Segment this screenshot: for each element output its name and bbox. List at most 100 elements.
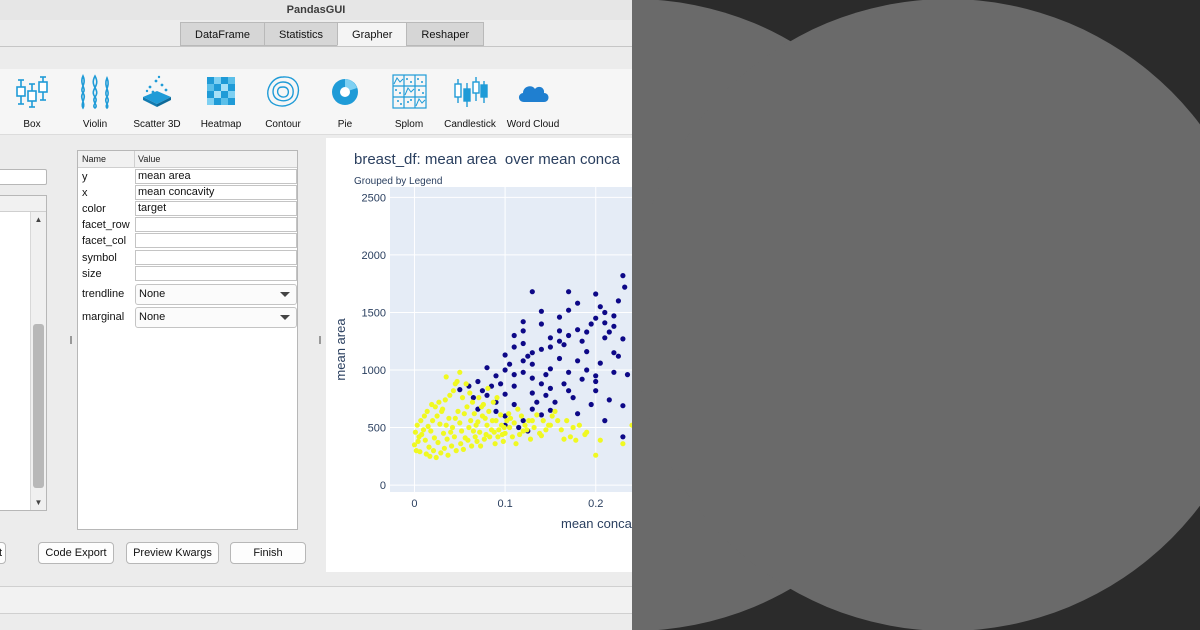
scatter-point: [597, 360, 603, 366]
scatter-point: [414, 422, 420, 428]
plot-type-violin[interactable]: Violin: [60, 73, 130, 130]
scatter-point: [436, 399, 442, 405]
scatter-point: [487, 434, 493, 440]
scatter-point: [500, 438, 506, 444]
scatter-point: [425, 423, 431, 429]
scatter-point: [584, 367, 590, 373]
plot-type-pie[interactable]: Pie: [310, 73, 380, 130]
status-bar: [0, 586, 632, 614]
scatter-point: [424, 408, 430, 414]
finish-button[interactable]: Finish: [230, 542, 306, 564]
chevron-down-icon: [280, 292, 290, 297]
scatter-point: [479, 388, 485, 394]
kwarg-name: facet_row: [82, 219, 130, 231]
kwarg-value-input[interactable]: mean area: [135, 169, 297, 184]
kwargs-table: Name Value y mean area x mean concavity …: [77, 150, 298, 530]
column-filter-input[interactable]: [0, 169, 47, 185]
scatter-point: [573, 437, 579, 443]
scatter-point: [534, 412, 540, 418]
scatter-point: [606, 329, 612, 335]
tab-dataframe[interactable]: DataFrame: [180, 22, 265, 46]
scatter-point: [478, 443, 484, 449]
scroll-thumb[interactable]: [33, 324, 44, 488]
scatter-point: [620, 403, 626, 409]
scatter-point: [430, 448, 437, 454]
scatter-point: [593, 388, 599, 394]
tab-grapher[interactable]: Grapher: [337, 22, 407, 46]
kwarg-value-input[interactable]: mean concavity: [135, 185, 297, 200]
kwarg-value-input[interactable]: [135, 233, 297, 248]
kwarg-value-input[interactable]: [135, 250, 297, 265]
splitter-handle[interactable]: [70, 336, 72, 344]
scatter-point: [457, 387, 463, 393]
plot-type-scatter-3d[interactable]: Scatter 3D: [122, 73, 192, 130]
tab-reshaper[interactable]: Reshaper: [406, 22, 485, 46]
plot-type-box[interactable]: Box: [0, 73, 67, 130]
scatter-point: [543, 372, 549, 378]
scatter-point: [602, 418, 608, 424]
plot-type-candlestick[interactable]: Candlestick: [435, 73, 505, 130]
scroll-down-icon[interactable]: ▼: [31, 495, 46, 510]
x-tick-label: 0.2: [588, 498, 603, 510]
scatter-plot[interactable]: 0 500 1000 1500 2000 2500 0 0.1 0.2 mean conca mea…: [326, 138, 632, 572]
scatter-point: [432, 404, 438, 410]
candlestick-icon: [454, 77, 488, 107]
code-export-button[interactable]: Code Export: [38, 542, 114, 564]
kwarg-value-input[interactable]: target: [135, 201, 297, 216]
scatter-point: [473, 422, 479, 428]
plot-type-splom[interactable]: Splom: [374, 73, 444, 130]
scatter-point: [526, 418, 532, 424]
scatter-point: [529, 375, 535, 381]
scatter-point: [509, 434, 515, 440]
scatter-point: [564, 418, 570, 424]
scatter-point: [511, 344, 517, 350]
plot-type-candlestick-label: Candlestick: [444, 119, 496, 130]
tab-statistics[interactable]: Statistics: [264, 22, 338, 46]
kwarg-value-input[interactable]: [135, 266, 297, 281]
scatter-point: [584, 349, 590, 355]
scatter-point: [547, 407, 553, 413]
reset-button[interactable]: t: [0, 542, 6, 564]
scatter-point: [434, 413, 440, 419]
scatter-point: [567, 434, 573, 440]
scatter-point: [430, 418, 436, 424]
scatter-point: [477, 429, 483, 435]
scatter-point: [467, 390, 473, 396]
scatter-point: [502, 352, 508, 358]
plotly-figure[interactable]: 0 500 1000 1500 2000 2500 0 0.1 0.2 mean conca mea…: [326, 138, 632, 572]
scatter-point: [476, 395, 482, 401]
scatter-point: [498, 381, 504, 387]
splitter-handle[interactable]: [319, 336, 321, 344]
scatter-point: [484, 422, 490, 428]
plot-type-contour[interactable]: Contour: [248, 73, 318, 130]
marginal-select[interactable]: None: [135, 307, 297, 328]
scatter-point: [440, 430, 447, 436]
scatter-point: [468, 418, 474, 424]
scatter-point: [472, 434, 478, 440]
plot-type-word-cloud[interactable]: Word Cloud: [498, 73, 568, 130]
scatter-point: [460, 446, 466, 452]
scatter-point: [502, 391, 508, 397]
scatter-point: [579, 338, 585, 344]
column-list[interactable]: ▲ ▼: [0, 195, 47, 511]
column-list-scrollbar[interactable]: ▲ ▼: [30, 212, 46, 510]
scatter-point: [435, 439, 441, 446]
scatter-point: [527, 436, 534, 442]
kwargs-value-header: Value: [138, 154, 161, 164]
marginal-selected-value: None: [139, 311, 166, 323]
scatter-point: [444, 436, 450, 442]
x-tick-label: 0: [411, 498, 417, 510]
trendline-select[interactable]: None: [135, 284, 297, 305]
scatter-point: [588, 401, 594, 408]
scatter-point: [507, 415, 514, 421]
scatter-point: [461, 411, 467, 417]
kwarg-name: x: [82, 187, 88, 199]
scatter-point: [515, 406, 521, 412]
plot-type-heatmap[interactable]: Heatmap: [186, 73, 256, 130]
scatter-point: [470, 395, 476, 401]
header-divider: [134, 151, 135, 168]
scroll-up-icon[interactable]: ▲: [31, 212, 46, 227]
kwarg-value-input[interactable]: [135, 217, 297, 232]
scatter-point: [493, 373, 499, 379]
preview-kwargs-button[interactable]: Preview Kwargs: [126, 542, 219, 564]
